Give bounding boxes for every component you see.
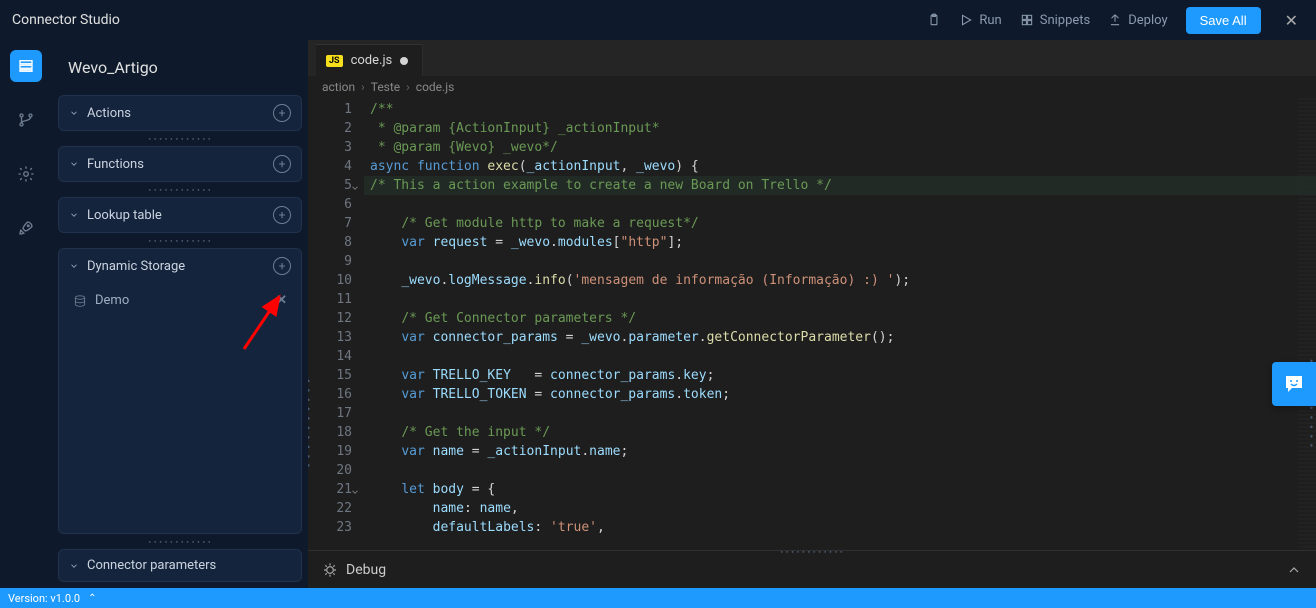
rail-rocket-button[interactable] [10, 212, 42, 244]
chevron-up-icon[interactable]: ⌃ [88, 593, 96, 604]
add-dynamic-button[interactable]: + [273, 257, 291, 275]
unsaved-dot-icon [400, 57, 408, 65]
deploy-button[interactable]: Deploy [1108, 13, 1167, 28]
panel-functions-label: Functions [87, 157, 144, 172]
dynamic-item-label: Demo [95, 293, 129, 308]
gear-icon [17, 165, 35, 183]
panel-actions-header[interactable]: Actions + [59, 96, 301, 130]
project-title: Wevo_Artigo [58, 52, 302, 91]
panel-dynamic-header[interactable]: Dynamic Storage + [59, 249, 301, 283]
clipboard-icon [927, 13, 941, 27]
snippets-label: Snippets [1040, 13, 1091, 28]
app-title: Connector Studio [12, 12, 120, 28]
chevron-right-icon: › [406, 80, 410, 94]
activity-bar [0, 40, 52, 588]
chat-smile-icon [1282, 372, 1306, 396]
fold-toggle[interactable] [350, 180, 360, 190]
sidebar: Wevo_Artigo Actions + ● ● ● ● ● ● ● ● ● … [52, 40, 308, 588]
snippets-button[interactable]: Snippets [1020, 13, 1091, 28]
play-icon [959, 13, 973, 27]
deploy-label: Deploy [1128, 13, 1167, 28]
chevron-up-icon[interactable] [1286, 562, 1302, 578]
panel-lookup: Lookup table + [58, 197, 302, 233]
dynamic-item-demo[interactable]: Demo ✕ [65, 287, 295, 314]
deploy-icon [1108, 13, 1122, 27]
layers-icon [17, 57, 35, 75]
chevron-right-icon: › [361, 80, 365, 94]
run-button[interactable]: Run [959, 13, 1001, 28]
code-editor[interactable]: 1234567891011121314151617181920212223 /*… [308, 98, 1316, 550]
save-all-button[interactable]: Save All [1186, 7, 1261, 34]
panel-actions-label: Actions [87, 106, 131, 121]
status-bar: Version: v1.0.0 ⌃ [0, 588, 1316, 608]
add-lookup-button[interactable]: + [273, 206, 291, 224]
panel-connector-params-header[interactable]: Connector parameters [59, 550, 301, 581]
add-function-button[interactable]: + [273, 155, 291, 173]
panel-dynamic-label: Dynamic Storage [87, 259, 185, 274]
tab-code-js[interactable]: JS code.js [316, 44, 423, 76]
js-file-icon: JS [326, 55, 343, 67]
debug-label: Debug [346, 562, 386, 578]
version-label: Version: v1.0.0 [8, 592, 80, 605]
panel-connector-params: Connector parameters [58, 549, 302, 582]
panel-connector-params-label: Connector parameters [87, 558, 216, 573]
tab-label: code.js [351, 53, 393, 68]
rail-explorer-button[interactable] [10, 50, 42, 82]
add-action-button[interactable]: + [273, 104, 291, 122]
breadcrumb-item[interactable]: code.js [416, 80, 454, 94]
rail-settings-button[interactable] [10, 158, 42, 190]
rail-branch-button[interactable] [10, 104, 42, 136]
breadcrumb-item[interactable]: action [322, 80, 355, 94]
bug-icon [322, 562, 338, 578]
resize-grip[interactable]: ● ● ● ● ● ● ● ● ● ● ● ● [149, 539, 212, 544]
breadcrumb-item[interactable]: Teste [371, 80, 400, 94]
chevron-down-icon [69, 108, 79, 118]
chevron-down-icon [69, 561, 79, 571]
resize-grip[interactable]: ● ● ● ● ● ● ● ● ● ● ● ● [149, 136, 212, 141]
debug-panel-header[interactable]: ● ● ● ● ● ● ● ● ● ● ● ● Debug [308, 550, 1316, 588]
resize-grip-vertical[interactable]: ● ● ● ● ● ● ● ● ● ● [308, 378, 311, 469]
snippets-icon [1020, 13, 1034, 27]
resize-grip[interactable]: ● ● ● ● ● ● ● ● ● ● ● ● [781, 549, 844, 554]
minimap[interactable] [1298, 98, 1316, 550]
panel-dynamic-storage: Dynamic Storage + Demo ✕ [58, 248, 302, 534]
panel-functions: Functions + [58, 146, 302, 182]
panel-actions: Actions + [58, 95, 302, 131]
panel-lookup-header[interactable]: Lookup table + [59, 198, 301, 232]
resize-grip[interactable]: ● ● ● ● ● ● ● ● ● ● ● ● [149, 187, 212, 192]
run-label: Run [979, 13, 1001, 28]
code-lines[interactable]: /** * @param {ActionInput} _actionInput*… [364, 98, 1316, 550]
breadcrumb[interactable]: action › Teste › code.js [308, 76, 1316, 98]
fold-toggle[interactable] [350, 484, 360, 494]
chevron-down-icon [69, 159, 79, 169]
branch-icon [17, 111, 35, 129]
database-icon [73, 294, 87, 308]
resize-grip[interactable]: ● ● ● ● ● ● ● ● ● ● ● ● [149, 238, 212, 243]
clipboard-button[interactable] [927, 13, 941, 27]
rocket-icon [17, 219, 35, 237]
panel-functions-header[interactable]: Functions + [59, 147, 301, 181]
chevron-down-icon [69, 261, 79, 271]
editor-region: JS code.js action › Teste › code.js 1234… [308, 40, 1316, 588]
delete-dynamic-item-button[interactable]: ✕ [276, 293, 287, 308]
chevron-down-icon [69, 210, 79, 220]
topbar: Connector Studio Run Snippets Deploy Sav… [0, 0, 1316, 40]
close-button[interactable]: ✕ [1279, 7, 1304, 34]
panel-lookup-label: Lookup table [87, 208, 162, 223]
support-chat-button[interactable] [1272, 362, 1316, 406]
line-gutter: 1234567891011121314151617181920212223 [308, 98, 364, 550]
tab-strip: JS code.js [308, 40, 1316, 76]
